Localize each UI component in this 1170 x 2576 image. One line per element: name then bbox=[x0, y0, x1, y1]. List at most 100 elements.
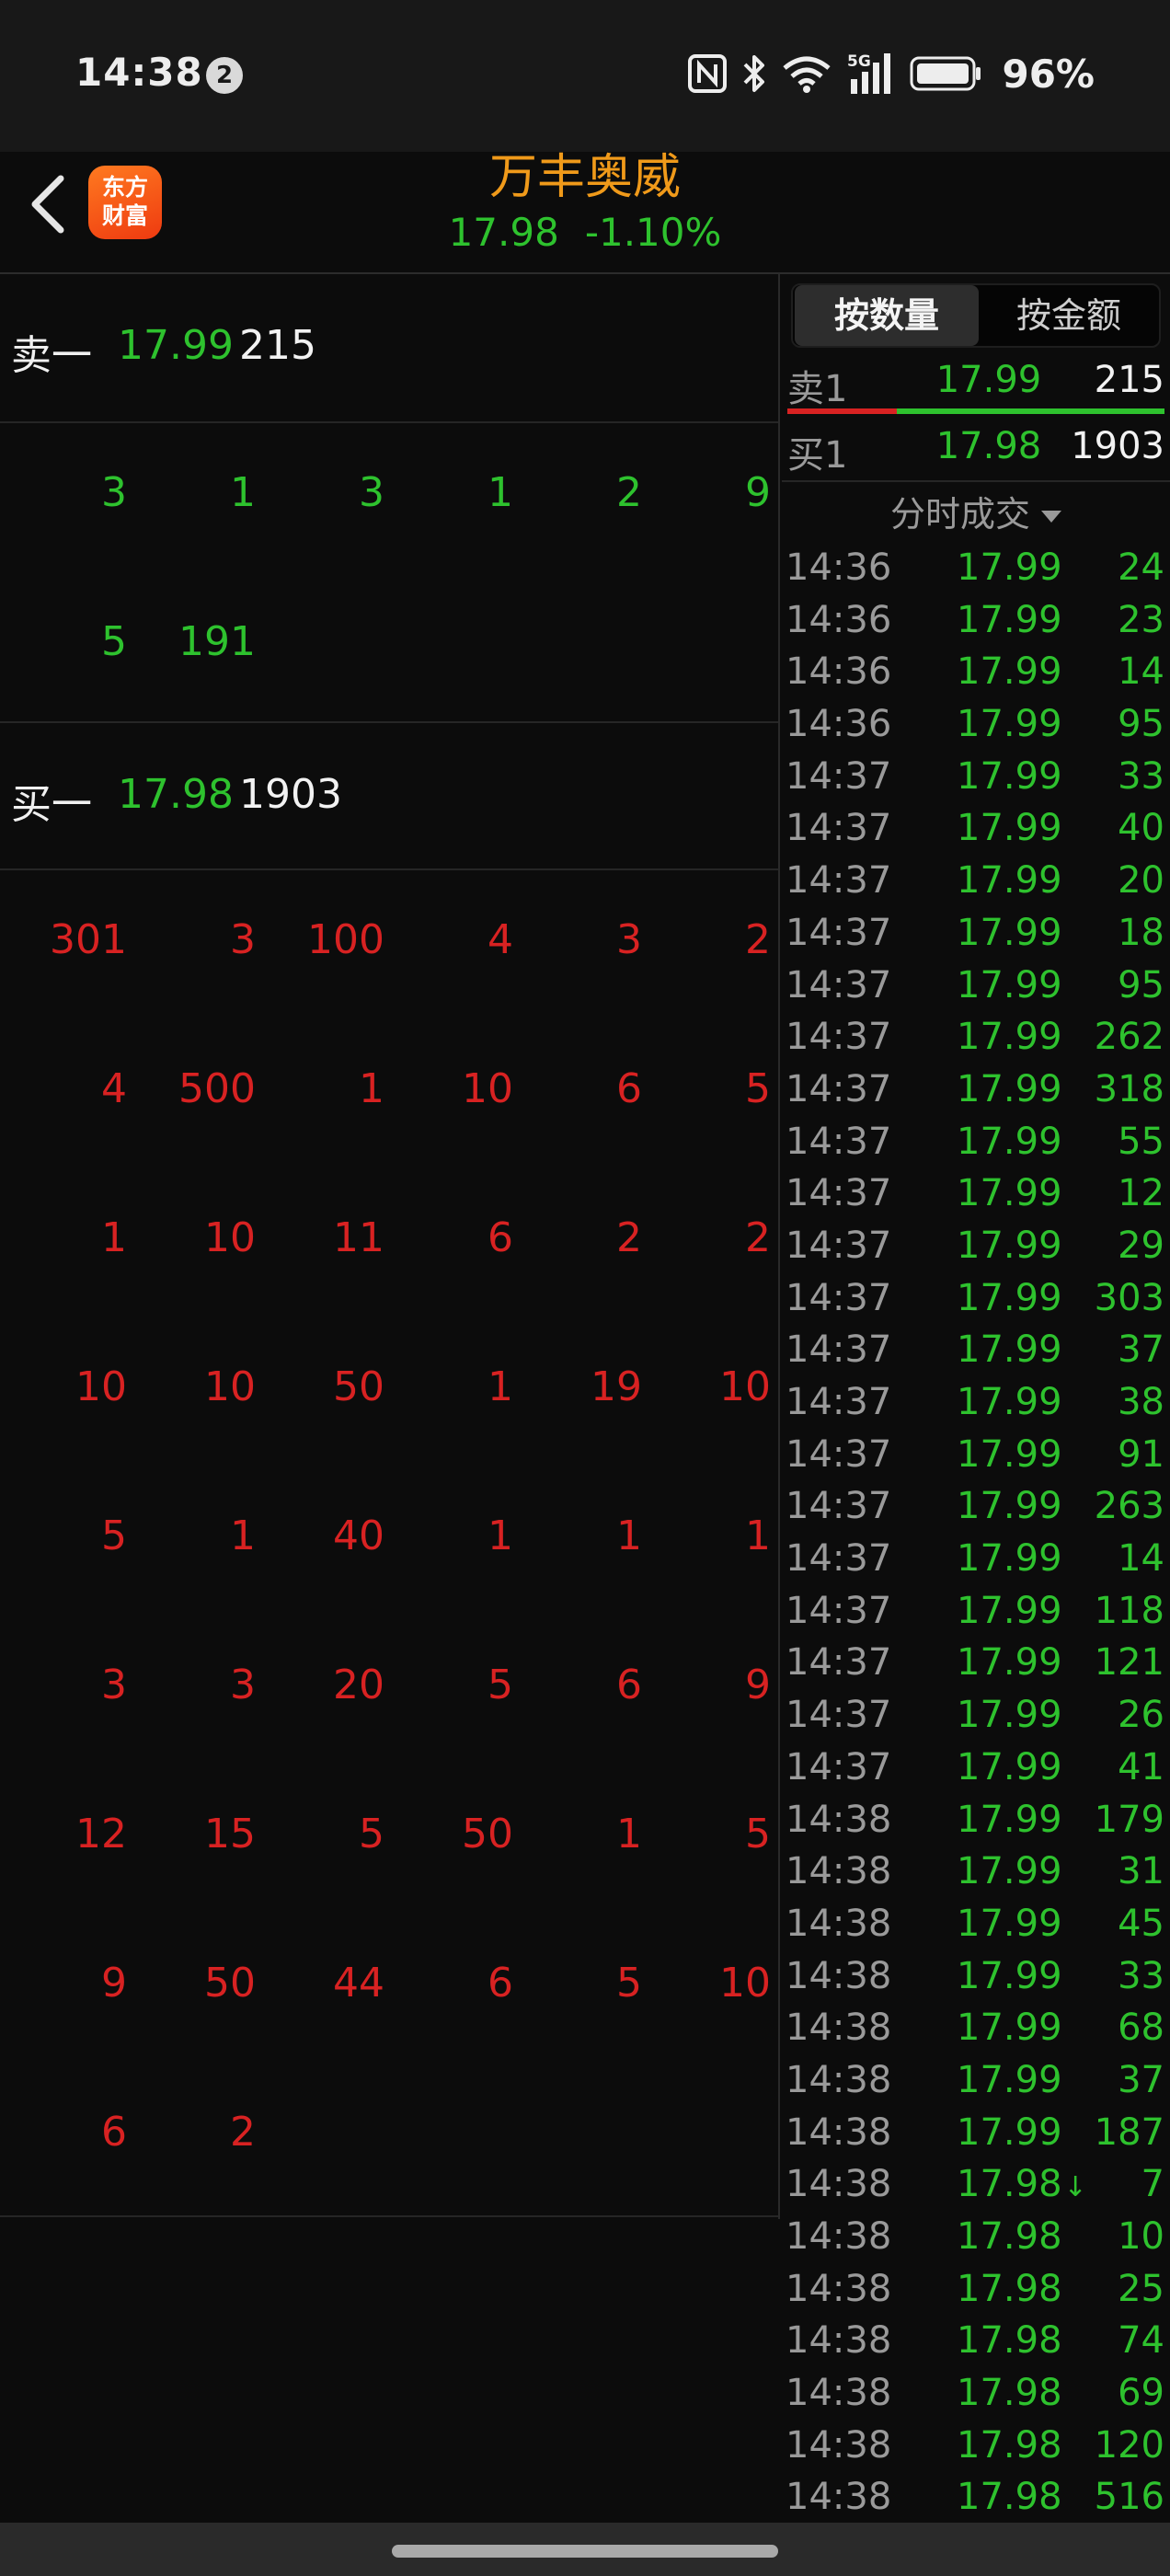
queue-row: 5 1 40 1 1 1 bbox=[0, 1466, 778, 1616]
queue-order-size: 15 bbox=[204, 1811, 256, 1857]
trade-time: 14:36 bbox=[786, 650, 892, 694]
buy-queue-label: 买一 bbox=[11, 781, 92, 828]
trade-volume: 118 bbox=[1094, 1589, 1164, 1632]
queue-order-size: 5 bbox=[488, 1662, 513, 1708]
queue-bottom-divider bbox=[0, 2215, 778, 2217]
trade-row: 14:38 17.98 74 bbox=[782, 2314, 1170, 2366]
trade-volume: 69 bbox=[1118, 2372, 1164, 2415]
trade-price-cell: 17.99 bbox=[957, 1903, 1062, 1945]
trade-row: 14:37 17.99 95 bbox=[782, 959, 1170, 1011]
trade-row: 14:36 17.99 14 bbox=[782, 645, 1170, 697]
trade-time: 14:38 bbox=[786, 2007, 892, 2050]
trade-price-cell: 17.99 bbox=[957, 1850, 1062, 1892]
queue-order-size: 9 bbox=[745, 1662, 771, 1708]
trade-row: 14:37 17.99 262 bbox=[782, 1010, 1170, 1063]
trade-time: 14:37 bbox=[786, 1432, 892, 1476]
stock-quote: 17.98 -1.10% bbox=[0, 210, 1170, 255]
queue-order-size: 6 bbox=[616, 1662, 642, 1708]
bluetooth-icon bbox=[740, 52, 768, 95]
queue-order-size: 20 bbox=[333, 1662, 384, 1708]
ask1-row: 卖1 17.99 215 bbox=[782, 353, 1170, 410]
queue-order-size: 19 bbox=[591, 1363, 642, 1410]
trade-price: 17.99 bbox=[957, 2058, 1062, 2101]
queue-order-size: 6 bbox=[488, 1214, 513, 1261]
trade-time: 14:37 bbox=[786, 1485, 892, 1528]
trade-price: 17.99 bbox=[957, 1537, 1062, 1581]
queue-order-size: 100 bbox=[307, 916, 384, 963]
queue-order-size: 5 bbox=[616, 1960, 642, 2007]
trade-volume: 40 bbox=[1118, 807, 1164, 850]
trade-row: 14:37 17.99 33 bbox=[782, 750, 1170, 802]
queue-order-size: 1 bbox=[488, 469, 513, 516]
bid1-row: 买1 17.98 1903 bbox=[782, 420, 1170, 477]
trade-price-cell: 17.99 bbox=[957, 2007, 1062, 2049]
trade-time: 14:37 bbox=[786, 1067, 892, 1110]
battery-icon bbox=[910, 55, 983, 92]
trade-price-cell: 17.99 bbox=[957, 1016, 1062, 1058]
trade-row: 14:37 17.99 318 bbox=[782, 1063, 1170, 1115]
trade-volume: 91 bbox=[1118, 1432, 1164, 1476]
trade-volume: 68 bbox=[1118, 2007, 1164, 2050]
trade-time: 14:38 bbox=[786, 2476, 892, 2519]
trade-price-cell: 17.99 bbox=[957, 650, 1062, 693]
queue-order-size: 9 bbox=[745, 469, 771, 516]
trade-row: 14:37 17.99 121 bbox=[782, 1636, 1170, 1688]
trade-price-cell: 17.99 bbox=[957, 2111, 1062, 2154]
battery-percentage: 96% bbox=[1002, 51, 1095, 97]
queue-order-size: 50 bbox=[333, 1363, 384, 1410]
trade-time: 14:37 bbox=[786, 1016, 892, 1059]
buy-queue-total: 1903 bbox=[239, 771, 342, 818]
notification-count-badge: 2 bbox=[206, 57, 243, 94]
trade-row: 14:36 17.99 95 bbox=[782, 697, 1170, 750]
trade-volume: 18 bbox=[1118, 911, 1164, 954]
trade-price-cell: 17.98 bbox=[957, 2319, 1062, 2362]
trade-detail-panel: 按数量 按金额 卖1 17.99 215 买1 17.98 1903 分时成交 … bbox=[782, 274, 1170, 2523]
queue-row: 3 3 20 5 6 9 bbox=[0, 1616, 778, 1765]
trade-price-cell: 17.98↓ bbox=[957, 2163, 1087, 2205]
trade-price: 17.98 bbox=[957, 2423, 1062, 2467]
trade-time: 14:37 bbox=[786, 1120, 892, 1163]
queue-order-size: 6 bbox=[101, 2109, 127, 2156]
trade-price: 17.99 bbox=[957, 1276, 1062, 1319]
trade-price-cell: 17.99 bbox=[957, 1955, 1062, 1997]
bid1-volume: 1903 bbox=[1071, 425, 1164, 467]
trade-time: 14:36 bbox=[786, 703, 892, 746]
sell-queue-total: 215 bbox=[239, 322, 316, 369]
queue-order-size: 3 bbox=[230, 1662, 256, 1708]
quantity-amount-toggle: 按数量 按金额 bbox=[791, 283, 1161, 348]
sell-queue-header: 卖一 17.99 215 bbox=[0, 274, 778, 423]
status-bar: 14:38 2 5G 96% bbox=[0, 0, 1170, 152]
trade-price-cell: 17.99 bbox=[957, 964, 1062, 1006]
trade-row: 14:37 17.99 91 bbox=[782, 1428, 1170, 1480]
trade-time: 14:38 bbox=[786, 2058, 892, 2101]
time-sales-dropdown[interactable]: 分时成交 bbox=[782, 486, 1170, 536]
nfc-icon bbox=[687, 53, 728, 94]
trade-volume: 516 bbox=[1094, 2476, 1164, 2519]
trade-time: 14:38 bbox=[786, 2110, 892, 2154]
trade-volume: 29 bbox=[1118, 1224, 1164, 1267]
trade-row: 14:37 17.99 303 bbox=[782, 1271, 1170, 1324]
trade-volume: 33 bbox=[1118, 754, 1164, 798]
bid1-label: 买1 bbox=[787, 434, 848, 477]
trade-time: 14:37 bbox=[786, 911, 892, 954]
trade-time: 14:38 bbox=[786, 2267, 892, 2310]
trade-volume: 14 bbox=[1118, 650, 1164, 694]
trade-price: 17.99 bbox=[957, 2007, 1062, 2050]
trade-row: 14:38 17.99 31 bbox=[782, 1845, 1170, 1897]
tab-by-amount[interactable]: 按金额 bbox=[977, 285, 1161, 346]
trade-time: 14:37 bbox=[786, 754, 892, 798]
trade-price: 17.99 bbox=[957, 754, 1062, 798]
cellular-5g-icon: 5G bbox=[845, 52, 897, 96]
trade-time: 14:37 bbox=[786, 1537, 892, 1581]
trade-time: 14:37 bbox=[786, 1224, 892, 1267]
trade-price-cell: 17.99 bbox=[957, 703, 1062, 745]
trade-price-cell: 17.98 bbox=[957, 2372, 1062, 2414]
queue-order-size: 5 bbox=[101, 618, 127, 665]
queue-order-size: 50 bbox=[204, 1960, 256, 2007]
trade-volume: 33 bbox=[1118, 1954, 1164, 1997]
tab-by-quantity[interactable]: 按数量 bbox=[795, 285, 979, 346]
trade-panel-divider bbox=[782, 480, 1170, 482]
home-gesture-handle[interactable] bbox=[392, 2545, 778, 2558]
stock-price: 17.98 bbox=[448, 210, 559, 255]
trade-volume: 263 bbox=[1094, 1485, 1164, 1528]
